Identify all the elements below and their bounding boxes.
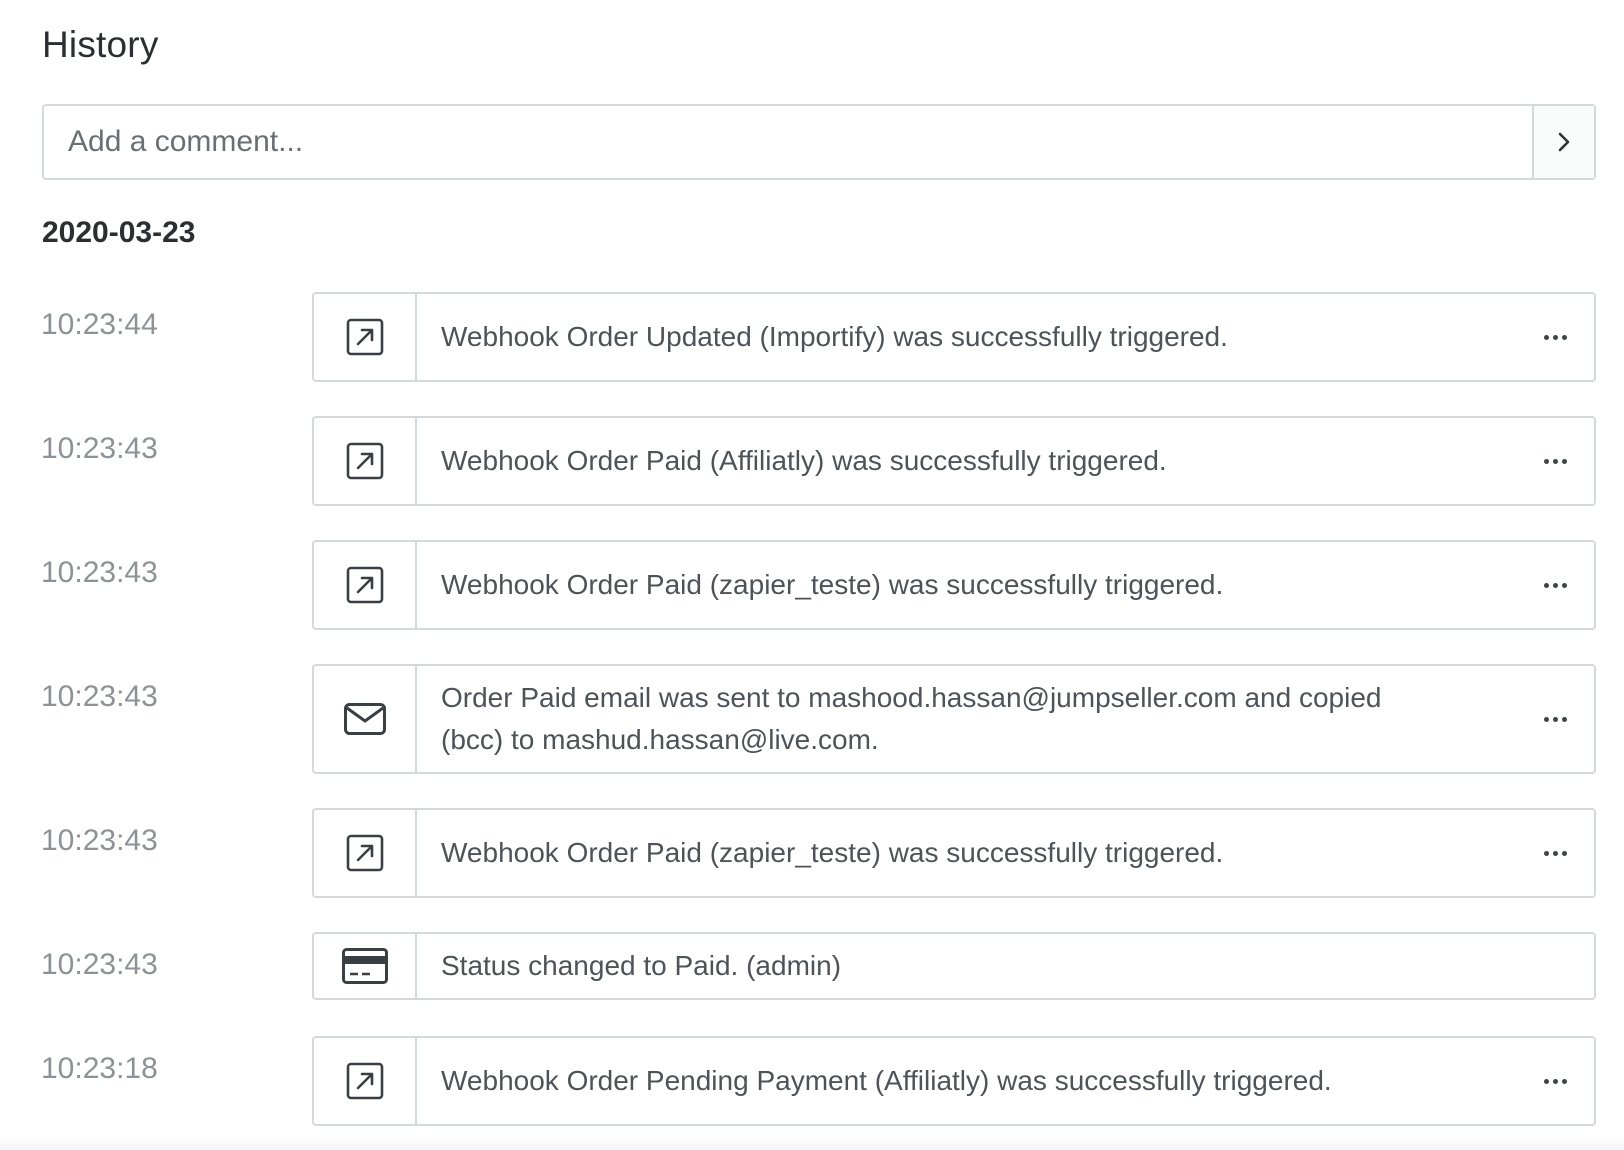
event-card: Order Paid email was sent to mashood.has… [312,664,1596,774]
event-more-button[interactable] [1516,542,1594,628]
history-panel: History 2020-03-23 10:23:44 Webhook Order… [0,0,1624,1150]
event-time: 10:23:43 [41,680,158,713]
history-event: 10:23:43 Status changed to Paid. (admin) [0,932,1624,1000]
event-card: Webhook Order Paid (zapier_teste) was su… [312,540,1596,630]
history-event: 10:23:18 Webhook Order Pending Payment (A… [0,1036,1624,1126]
event-message: Webhook Order Pending Payment (Affiliatl… [417,1038,1516,1124]
comment-submit-button[interactable] [1532,106,1594,178]
history-event: 10:23:44 Webhook Order Updated (Importify… [0,292,1624,382]
event-time: 10:23:43 [41,432,158,465]
external-link-icon [314,418,417,504]
event-card: Webhook Order Paid (zapier_teste) was su… [312,808,1596,898]
history-event: 10:23:43 Webhook Order Paid (Affiliatly) … [0,416,1624,506]
event-message: Webhook Order Updated (Importify) was su… [417,294,1516,380]
external-link-icon [314,542,417,628]
history-event: 10:23:43 Webhook Order Paid (zapier_teste… [0,808,1624,898]
more-options-icon [1543,458,1567,464]
comment-input[interactable] [44,106,1532,178]
event-time: 10:23:43 [41,824,158,857]
event-card: Webhook Order Updated (Importify) was su… [312,292,1596,382]
event-message: Webhook Order Paid (Affiliatly) was succ… [417,418,1516,504]
more-options-icon [1543,334,1567,340]
event-time: 10:23:43 [41,556,158,589]
event-more-button[interactable] [1516,1038,1594,1124]
more-options-icon [1543,1078,1567,1084]
comment-form [42,104,1596,180]
external-link-icon [314,294,417,380]
event-message-text: Webhook Order Pending Payment (Affiliatl… [441,1065,1332,1096]
event-card: Status changed to Paid. (admin) [312,932,1596,1000]
credit-card-icon [314,934,417,998]
event-message: Webhook Order Paid (zapier_teste) was su… [417,810,1516,896]
event-time: 10:23:18 [41,1052,158,1085]
chevron-right-icon [1558,132,1570,152]
event-more-button[interactable] [1516,294,1594,380]
event-time: 10:23:43 [41,948,158,981]
event-message: Order Paid email was sent to mashood.has… [417,666,1516,772]
external-link-icon [314,810,417,896]
history-event: 10:23:43 Order Paid email was sent to mas… [0,664,1624,774]
more-options-icon [1543,716,1567,722]
event-message-text: Webhook Order Updated (Importify) was su… [441,321,1228,352]
event-message: Webhook Order Paid (zapier_teste) was su… [417,542,1516,628]
event-message: Status changed to Paid. (admin) [417,934,1594,998]
event-more-button[interactable] [1516,810,1594,896]
event-more-button[interactable] [1516,666,1594,772]
event-message-text: Webhook Order Paid (zapier_teste) was su… [441,837,1224,868]
bottom-divider [0,1136,1624,1150]
event-card: Webhook Order Paid (Affiliatly) was succ… [312,416,1596,506]
date-heading: 2020-03-23 [42,216,196,249]
history-title: History [42,24,159,65]
event-message-text: Order Paid email was sent to mashood.has… [441,682,1382,755]
external-link-icon [314,1038,417,1124]
event-message-text: Webhook Order Paid (zapier_teste) was su… [441,569,1224,600]
event-time: 10:23:44 [41,308,158,341]
more-options-icon [1543,582,1567,588]
event-message-text: Webhook Order Paid (Affiliatly) was succ… [441,445,1167,476]
more-options-icon [1543,850,1567,856]
event-message-text: Status changed to Paid. (admin) [441,950,842,981]
history-event: 10:23:43 Webhook Order Paid (zapier_teste… [0,540,1624,630]
event-card: Webhook Order Pending Payment (Affiliatl… [312,1036,1596,1126]
event-more-button[interactable] [1516,418,1594,504]
envelope-icon [314,666,417,772]
